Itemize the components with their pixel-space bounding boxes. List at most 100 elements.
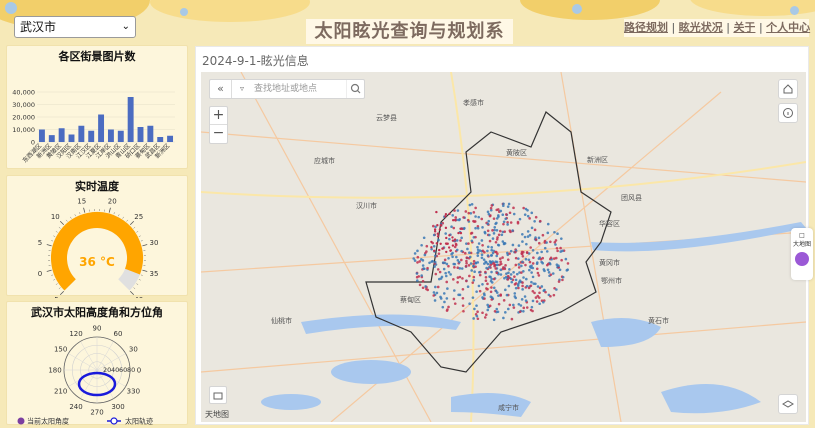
glare-point — [521, 281, 524, 284]
glare-point — [552, 293, 556, 297]
bar[interactable] — [107, 129, 114, 143]
nav-about[interactable]: 关于 — [733, 21, 755, 34]
bar[interactable] — [58, 128, 65, 142]
gauge-tick — [133, 227, 136, 229]
glare-point — [448, 212, 451, 216]
glare-point — [528, 233, 532, 237]
zoom-control: + − — [209, 106, 228, 144]
zoom-out-button[interactable]: − — [210, 125, 227, 143]
glare-point — [470, 239, 474, 243]
bar[interactable] — [117, 130, 124, 142]
bar[interactable] — [98, 114, 105, 143]
glare-point — [463, 251, 467, 255]
zoom-in-button[interactable]: + — [210, 107, 227, 125]
place-label: 黄冈市 — [599, 258, 620, 267]
bar[interactable] — [78, 125, 85, 142]
glare-point — [420, 258, 423, 261]
glare-point — [460, 258, 463, 262]
glare-point — [434, 254, 437, 258]
polar-angle-label: 0 — [137, 367, 141, 375]
glare-point — [461, 288, 465, 291]
glare-point — [472, 219, 475, 223]
city-select[interactable]: 武汉市 ⌄ — [14, 16, 136, 38]
glare-point — [485, 266, 488, 270]
nav-glare-status[interactable]: 眩光状况 — [679, 21, 723, 34]
glare-point — [522, 250, 525, 254]
glare-point — [447, 305, 450, 309]
glare-point — [516, 220, 520, 224]
glare-point — [467, 211, 471, 215]
glare-point — [535, 267, 539, 271]
glare-point — [509, 273, 513, 276]
gauge-tick — [58, 227, 61, 229]
search-icon[interactable] — [346, 80, 364, 98]
glare-point — [543, 269, 546, 273]
nav-profile[interactable]: 个人中心 — [766, 21, 810, 34]
y-tick-label: 30,000 — [12, 101, 35, 109]
polar-angle-label: 240 — [69, 403, 82, 411]
gauge-tick — [138, 279, 141, 281]
assistant-icon[interactable] — [795, 252, 809, 266]
nav-route-planning[interactable]: 路径规划 — [624, 21, 668, 34]
glare-point — [503, 242, 507, 245]
bar[interactable] — [88, 130, 95, 142]
glare-point — [444, 274, 448, 278]
bar[interactable] — [48, 135, 55, 142]
home-button[interactable] — [778, 79, 798, 99]
book-icon[interactable]: □ — [791, 232, 813, 239]
glare-point — [492, 286, 496, 290]
glare-point — [560, 237, 563, 240]
glare-point — [452, 278, 455, 281]
glare-point — [537, 241, 541, 245]
legend-swatch — [17, 417, 25, 425]
map-search[interactable]: « ▿ 查找地址或地点 — [209, 79, 365, 99]
polar-radius-label: 80 — [127, 366, 135, 374]
glare-point — [502, 220, 506, 224]
glare-point — [525, 251, 529, 254]
bar[interactable] — [157, 137, 164, 142]
glare-point — [432, 244, 436, 248]
glare-point — [461, 277, 464, 280]
glare-point — [447, 270, 451, 274]
bar[interactable] — [38, 129, 45, 143]
glare-point — [486, 287, 489, 291]
info-button[interactable] — [778, 103, 798, 123]
glare-point — [522, 309, 525, 313]
glare-point — [434, 272, 438, 276]
glare-point — [476, 317, 480, 321]
glare-point — [512, 206, 515, 210]
bar[interactable] — [68, 134, 75, 143]
bar[interactable] — [147, 125, 154, 142]
glare-point — [420, 243, 423, 247]
gauge-tick — [55, 231, 58, 233]
glare-point — [510, 280, 514, 284]
glare-point — [488, 260, 492, 263]
glare-point — [462, 309, 465, 313]
glare-point — [443, 258, 447, 262]
glare-point — [507, 271, 510, 275]
glare-point — [559, 246, 562, 250]
collapse-icon[interactable]: « — [210, 80, 232, 98]
page-title: 太阳眩光查询与规划系统 — [306, 19, 513, 67]
glare-point — [472, 278, 476, 282]
bar[interactable] — [127, 97, 134, 142]
layers-button[interactable] — [778, 394, 798, 414]
glare-point — [520, 298, 524, 301]
map-view[interactable]: 孝感市 黄冈市 鄂州市 黄石市 咸宁市 仙桃市 云梦县 应城市 汉川市 新洲区 … — [201, 72, 806, 422]
glare-point — [495, 217, 499, 220]
glare-point — [473, 270, 476, 274]
glare-point — [542, 300, 545, 304]
glare-point — [549, 240, 552, 244]
map-search-input[interactable]: 查找地址或地点 — [254, 80, 317, 98]
bar[interactable] — [137, 127, 144, 142]
print-button[interactable] — [209, 386, 227, 404]
bar[interactable] — [167, 135, 174, 142]
gauge-value: 36 °C — [79, 255, 115, 269]
glare-point — [502, 316, 505, 320]
glare-point — [534, 238, 538, 241]
glare-point — [456, 259, 460, 262]
filter-chevron-icon[interactable]: ▿ — [234, 80, 250, 98]
glare-point — [449, 249, 453, 252]
glare-point — [446, 287, 449, 290]
glare-point — [557, 264, 560, 268]
